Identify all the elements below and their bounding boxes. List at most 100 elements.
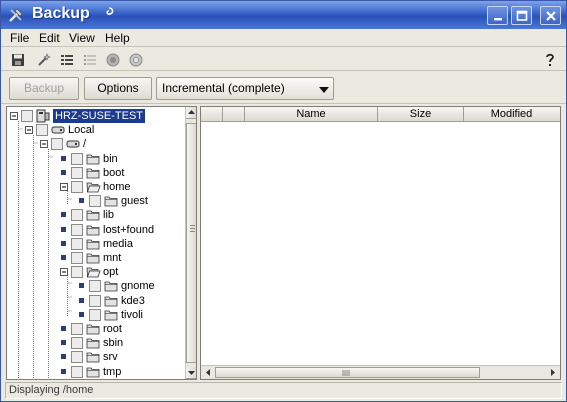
folder-icon	[86, 168, 100, 179]
leaf-marker-icon	[61, 212, 66, 218]
tree-node-label: opt	[103, 266, 119, 279]
folder-icon	[86, 239, 100, 250]
include-checkbox[interactable]	[21, 110, 33, 122]
directory-tree[interactable]: HRZ-SUSE-TEST Local / bin boot home guest lib lo…	[6, 106, 197, 380]
folder-icon	[86, 253, 100, 264]
leaf-marker-icon	[79, 297, 84, 303]
scroll-right-icon[interactable]	[548, 367, 558, 378]
maximize-button[interactable]	[511, 6, 532, 25]
scroll-left-icon[interactable]	[203, 367, 213, 378]
file-list-horizontal-scrollbar[interactable]	[201, 365, 560, 379]
collapse-toggle-icon[interactable]	[10, 112, 18, 120]
include-checkbox[interactable]	[71, 223, 83, 236]
include-checkbox[interactable]	[89, 294, 101, 307]
include-checkbox[interactable]	[89, 308, 101, 321]
tree-node-label: media	[103, 237, 133, 250]
include-checkbox[interactable]	[36, 124, 48, 137]
stop-circle-icon[interactable]	[128, 52, 144, 68]
collapse-toggle-icon[interactable]	[60, 268, 68, 277]
menu-bar: File Edit View Help	[1, 29, 566, 47]
backup-button[interactable]: Backup	[9, 77, 79, 100]
scroll-thumb[interactable]	[186, 123, 196, 363]
collapse-toggle-icon[interactable]	[40, 140, 48, 149]
column-header-name[interactable]: Name	[245, 107, 378, 121]
menu-edit[interactable]: Edit	[39, 31, 60, 45]
record-circle-icon[interactable]	[105, 52, 121, 68]
column-header-check[interactable]	[201, 107, 223, 121]
include-checkbox[interactable]	[71, 323, 83, 335]
include-checkbox[interactable]	[89, 280, 101, 293]
tree-node-label: root	[103, 323, 122, 335]
include-checkbox[interactable]	[71, 266, 83, 279]
folder-icon	[104, 310, 118, 321]
backup-mode-value: Incremental (complete)	[162, 81, 285, 95]
tree-node-label: HRZ-SUSE-TEST	[53, 109, 145, 123]
collapse-toggle-icon[interactable]	[25, 126, 33, 135]
include-checkbox[interactable]	[71, 365, 83, 378]
folder-icon	[86, 210, 100, 221]
status-text: Displaying /home	[9, 384, 94, 396]
tree-vertical-scrollbar[interactable]	[185, 107, 196, 379]
title-bar[interactable]: Backup	[1, 1, 566, 29]
menu-view[interactable]: View	[69, 31, 95, 45]
file-list[interactable]: Name Size Modified	[200, 106, 561, 380]
include-checkbox[interactable]	[51, 138, 63, 151]
include-checkbox[interactable]	[71, 337, 83, 350]
leaf-marker-icon	[79, 198, 84, 204]
status-bar: Displaying /home	[5, 382, 562, 399]
list-detail-icon[interactable]	[59, 52, 75, 68]
action-toolbar: Backup Options Incremental (complete)	[1, 72, 566, 104]
include-checkbox[interactable]	[71, 237, 83, 250]
file-list-header: Name Size Modified	[201, 107, 560, 122]
tree-node-label: sbin	[103, 337, 124, 350]
collapse-toggle-icon[interactable]	[60, 183, 68, 191]
folder-icon	[86, 154, 100, 164]
leaf-marker-icon	[61, 340, 66, 346]
tree-node-label: bin	[103, 152, 118, 165]
folder-icon	[104, 296, 118, 306]
tree-node-label: home	[103, 181, 131, 193]
tree-node-label: tmp	[103, 365, 122, 378]
folder-icon	[86, 338, 100, 349]
include-checkbox[interactable]	[89, 195, 101, 208]
minimize-button[interactable]	[487, 6, 508, 25]
backup-mode-select[interactable]: Incremental (complete)	[156, 77, 334, 100]
include-checkbox[interactable]	[71, 252, 83, 264]
menu-help[interactable]: Help	[105, 31, 130, 45]
include-checkbox[interactable]	[71, 181, 83, 193]
horizontal-scroll-thumb[interactable]	[215, 367, 480, 378]
include-checkbox[interactable]	[71, 166, 83, 179]
folder-icon	[86, 352, 100, 363]
list-simple-icon[interactable]	[82, 52, 98, 68]
leaf-marker-icon	[61, 368, 66, 374]
column-header-size[interactable]: Size	[378, 107, 464, 121]
tree-node-label: boot	[103, 166, 125, 179]
menu-file[interactable]: File	[10, 31, 29, 45]
save-disk-icon[interactable]	[10, 52, 26, 68]
chevron-down-icon	[319, 87, 329, 93]
tree-node-label: lost+found	[103, 223, 155, 236]
folder-icon	[86, 324, 100, 335]
include-checkbox[interactable]	[71, 351, 83, 364]
leaf-marker-icon	[61, 255, 66, 260]
drive-icon	[66, 140, 80, 148]
leaf-marker-icon	[79, 283, 84, 289]
tree-node-label: kde3	[121, 294, 145, 307]
tree-node-label: mnt	[103, 252, 122, 264]
help-question-icon[interactable]	[542, 52, 558, 68]
swirl-icon	[101, 5, 117, 21]
options-button[interactable]: Options	[84, 77, 152, 100]
wand-icon[interactable]	[36, 52, 52, 68]
column-header-modified[interactable]: Modified	[464, 107, 559, 121]
scroll-up-button[interactable]	[186, 107, 196, 119]
scroll-down-button[interactable]	[186, 367, 196, 379]
drive-icon	[51, 126, 65, 134]
leaf-marker-icon	[61, 240, 66, 246]
include-checkbox[interactable]	[71, 152, 83, 165]
tree-node-label: Local	[68, 124, 95, 137]
column-header-type[interactable]	[223, 107, 245, 121]
close-button[interactable]	[540, 6, 561, 25]
leaf-marker-icon	[61, 226, 66, 232]
include-checkbox[interactable]	[71, 209, 83, 222]
app-tools-icon[interactable]	[7, 6, 25, 24]
